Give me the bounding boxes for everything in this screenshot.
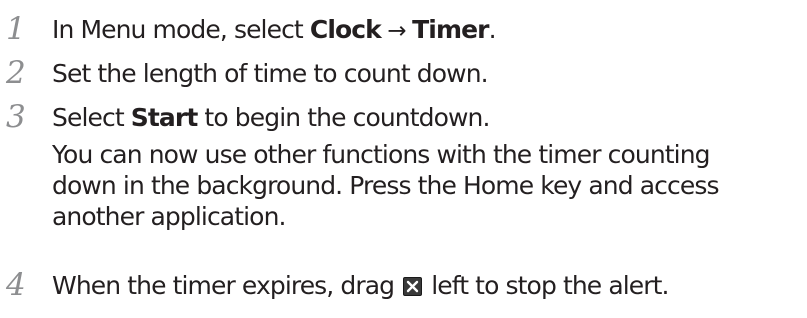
step-text-end: left to stop the alert. (424, 271, 669, 300)
step-note: You can now use other functions with the… (52, 139, 807, 232)
step-text-end: to begin the countdown. (197, 103, 490, 132)
arrow-separator: → (380, 18, 413, 44)
step-text-start: Select (52, 103, 131, 132)
step-number: 1 (6, 11, 26, 47)
menu-item-clock: Clock (309, 15, 382, 44)
step-number: 4 (6, 267, 26, 303)
button-label-start: Start (130, 103, 199, 132)
step-text: Select Start to begin the countdown. (52, 102, 807, 133)
step-text-start: When the timer expires, drag (52, 271, 402, 300)
instruction-page: 1 In Menu mode, select Clock → Timer. 2 … (0, 0, 807, 318)
menu-item-timer: Timer (412, 15, 489, 44)
close-x-icon (403, 277, 423, 296)
step-text: When the timer expires, drag left to sto… (52, 270, 807, 301)
step-text-end: . (488, 15, 497, 44)
step-number: 2 (6, 55, 26, 91)
step-note-line: another application. (52, 202, 286, 231)
step-text: In Menu mode, select Clock → Timer. (52, 14, 807, 47)
step-number: 3 (6, 99, 26, 135)
step-note-line: down in the background. Press the Home k… (52, 171, 720, 200)
step-text: Set the length of time to count down. (52, 59, 489, 88)
step-text-start: In Menu mode, select (52, 15, 310, 44)
step-note-line: You can now use other functions with the… (52, 140, 711, 169)
